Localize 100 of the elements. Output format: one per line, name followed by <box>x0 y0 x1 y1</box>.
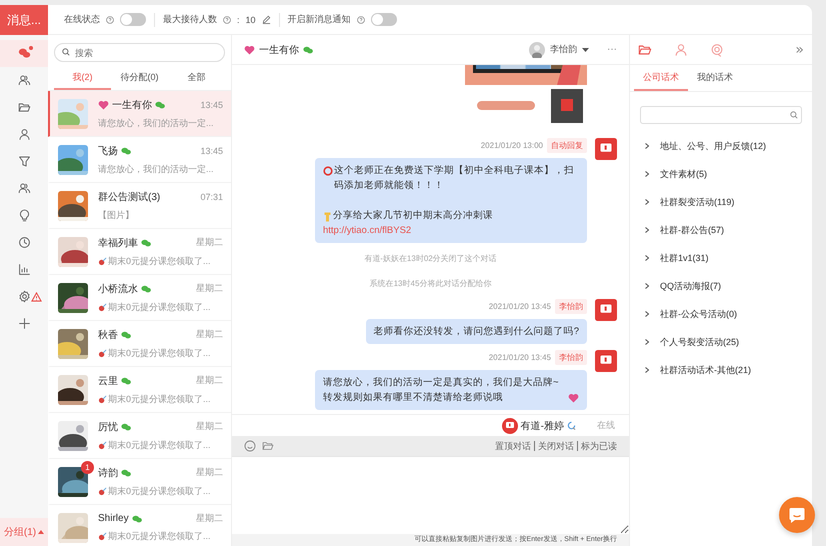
search-field[interactable] <box>640 106 802 124</box>
settings-icon <box>18 290 30 303</box>
caret-down-icon <box>582 48 589 52</box>
folder-icon[interactable] <box>638 42 652 56</box>
message-preview: 期末0元提分课您领取了... <box>108 392 211 406</box>
category-item[interactable]: 社群-公众号活动(0) <box>630 300 812 328</box>
users-icon <box>18 182 30 195</box>
tab[interactable]: 全部 <box>168 66 225 90</box>
message-preview: 【图片】 <box>98 208 134 222</box>
category-item[interactable]: 文件素材(5) <box>630 160 812 188</box>
toggle-switch[interactable] <box>370 13 397 26</box>
clock-icon <box>18 236 30 249</box>
search-icon[interactable] <box>710 42 724 56</box>
toggle-switch[interactable] <box>120 13 146 26</box>
conversation-item[interactable]: 小桥流水 星期二 期末0元提分课您领取了... <box>48 275 231 321</box>
sender-tag: 自动回复 <box>547 138 587 153</box>
conversation-item[interactable]: 厉忧 星期二 期末0元提分课您领取了... <box>48 413 231 459</box>
conversation-item[interactable]: 幸福列車 星期二 期末0元提分课您领取了... <box>48 229 231 275</box>
agent-selector[interactable]: 李怡韵 <box>529 42 589 58</box>
conversation-item[interactable]: 群公告测试(3) 07:31 【图片】 <box>48 183 231 229</box>
edit-icon[interactable] <box>262 15 271 24</box>
message-preview: 请您放心，我们的活动一定... <box>98 116 214 130</box>
video-logo-icon <box>595 138 617 160</box>
category-item[interactable]: 个人号裂变活动(25) <box>630 328 812 356</box>
chat-support-button[interactable] <box>779 497 815 533</box>
tab[interactable]: 我的话术 <box>688 65 742 91</box>
message-input[interactable] <box>232 456 629 534</box>
user-icon <box>18 128 30 141</box>
action-link[interactable]: 关闭对话 <box>538 440 574 452</box>
message-text: 请您放心，我们的活动一定是真实的，我们是大品牌~ 转发规则如果有哪里不清楚请给老师说哦 <box>323 376 560 405</box>
conversation-item[interactable]: 飞扬 13:45 请您放心，我们的活动一定... <box>48 137 231 183</box>
message-preview: 期末0元提分课您领取了... <box>108 346 211 360</box>
video-logo-icon <box>595 350 617 372</box>
collapse-button[interactable]: » <box>795 42 804 58</box>
conversation-item[interactable]: 云里 星期二 期末0元提分课您领取了... <box>48 367 231 413</box>
message-preview: 期末0元提分课您领取了... <box>108 438 211 452</box>
conversation-item[interactable]: Shirley 星期二 期末0元提分课您领取了... <box>48 505 231 546</box>
message-time: 13:45 <box>200 100 223 110</box>
user-icon[interactable] <box>674 42 688 56</box>
chat-bubble-icon <box>788 506 806 524</box>
search-field[interactable]: 搜索 <box>54 43 225 62</box>
message-preview: 请您放心，我们的活动一定... <box>98 162 214 176</box>
conversation-item[interactable]: 1 诗韵 星期二 期末0元提分课您领取了... <box>48 459 231 505</box>
message-time: 星期二 <box>196 512 223 525</box>
unread-badge: 1 <box>81 460 94 474</box>
contact-name: 诗韵 <box>98 466 118 480</box>
category-item[interactable]: 社群1v1(31) <box>630 244 812 272</box>
system-notice: 系统在13时45分将此对话分配给你 <box>368 278 492 290</box>
refresh-icon <box>567 421 576 430</box>
contact-name: 一生有你 <box>112 98 152 112</box>
system-notice: 有道-妖妖在13时02分关闭了这个对话 <box>363 253 498 265</box>
message-time: 星期二 <box>196 420 223 433</box>
help-icon <box>106 16 114 24</box>
action-link[interactable]: 置顶对话 <box>495 440 531 452</box>
tab[interactable]: 公司话术 <box>634 65 688 91</box>
action-link[interactable]: 标为已读 <box>581 440 617 452</box>
conversation-item[interactable]: 秋香 星期二 期末0元提分课您领取了... <box>48 321 231 367</box>
more-button[interactable]: ··· <box>607 44 617 55</box>
online-status-label: 在线状态 <box>64 13 100 26</box>
message-text: 这个老师正在免费送下学期【初中全科电子课本】，扫码添加老师就能领！！！ <box>334 164 575 193</box>
nav-button[interactable] <box>0 40 48 67</box>
chat-icon <box>18 47 30 60</box>
message-time: 星期二 <box>196 328 223 341</box>
message-time: 星期二 <box>196 236 223 249</box>
account-status: 在线 <box>597 419 615 432</box>
message-time: 13:45 <box>200 146 223 156</box>
help-icon <box>223 16 231 24</box>
message-time: 星期二 <box>196 282 223 295</box>
filter-icon <box>18 155 30 168</box>
message-preview: 期末0元提分课您领取了... <box>108 530 211 543</box>
category-item[interactable]: 社群活动话术-其他(21) <box>630 356 812 384</box>
sender-tag: 李怡韵 <box>555 350 587 365</box>
max-reception-label: 最大接待人数 <box>163 13 217 26</box>
conversation-item[interactable]: 一生有你 13:45 请您放心，我们的活动一定... <box>48 91 231 137</box>
bar-chart-icon <box>18 263 30 276</box>
search-icon <box>62 48 70 56</box>
category-item[interactable]: 社群裂变活动(119) <box>630 188 812 216</box>
app-logo: 消息... <box>0 5 48 35</box>
contact-name: 厉忧 <box>98 420 118 434</box>
tab[interactable]: 待分配(0) <box>111 66 168 90</box>
account-name: 有道-雅婷 <box>520 420 564 432</box>
group-label: 分组(1) <box>4 526 36 539</box>
emoji-icon[interactable] <box>244 440 256 452</box>
folder-icon[interactable] <box>262 440 274 452</box>
category-item[interactable]: 地址、公号、用户反馈(12) <box>630 132 812 160</box>
contact-name: 小桥流水 <box>98 282 138 296</box>
category-item[interactable]: 社群-群公告(57) <box>630 216 812 244</box>
message-time: 2021/01/20 13:00 <box>480 141 543 150</box>
sender-tag: 李怡韵 <box>555 299 587 314</box>
ring-icon <box>323 166 333 176</box>
category-item[interactable]: QQ活动海报(7) <box>630 272 812 300</box>
message-preview: 期末0元提分课您领取了... <box>108 300 211 314</box>
help-icon <box>356 16 365 24</box>
plus-icon <box>18 317 30 330</box>
contact-name: 秋香 <box>98 328 118 342</box>
search-icon <box>790 111 798 119</box>
folder-icon <box>18 101 30 114</box>
message-preview: 期末0元提分课您领取了... <box>108 484 211 498</box>
lightbulb-icon <box>18 209 30 222</box>
message-text: 分享给大家几节初中期末高分冲刺课 <box>333 209 493 223</box>
